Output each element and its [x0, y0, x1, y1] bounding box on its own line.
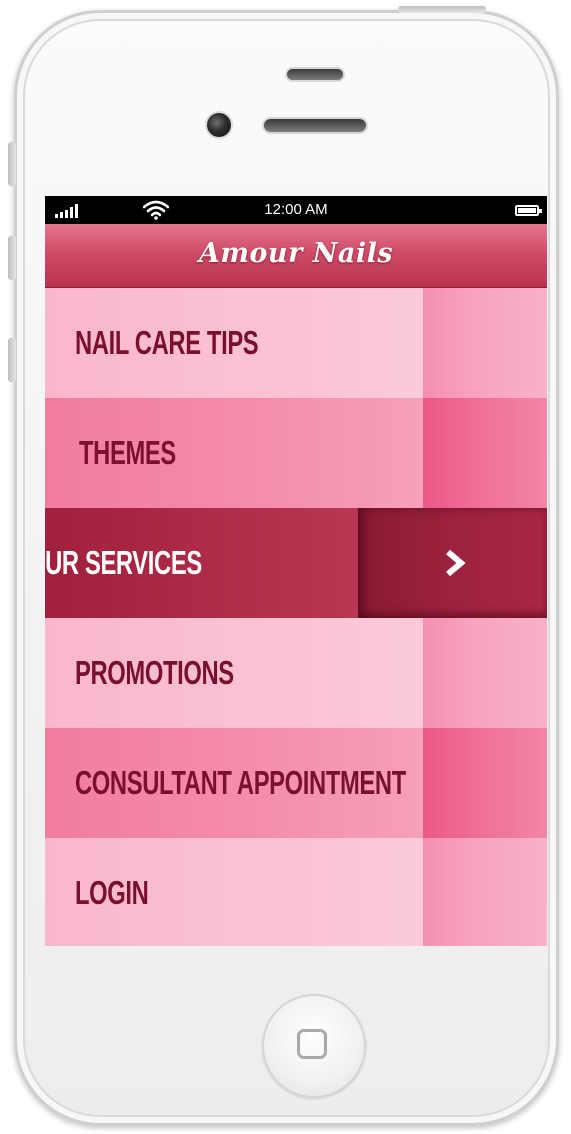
mute-switch	[8, 142, 16, 186]
home-square-icon	[297, 1029, 327, 1059]
battery-icon	[515, 205, 542, 216]
earpiece-speaker	[264, 119, 366, 132]
menu-item-themes[interactable]: THEMES	[45, 398, 547, 508]
menu-item-label: NAIL CARE TIPS	[75, 324, 259, 361]
app-header: Amour Nails	[45, 224, 547, 288]
app-title: Amour Nails	[198, 238, 394, 269]
menu-item-label: CONSULTANT APPOINTMENT	[75, 764, 406, 801]
phone-screen: 12:00 AM Amour Nails NAIL CARE TIPS THEM…	[45, 196, 547, 946]
menu-item-label: PROMOTIONS	[75, 654, 234, 691]
menu-item-our-services[interactable]: OUR SERVICES	[45, 508, 547, 618]
front-camera	[207, 113, 231, 137]
volume-up-button	[8, 236, 16, 280]
menu-item-promotions[interactable]: PROMOTIONS	[45, 618, 547, 728]
status-bar: 12:00 AM	[45, 196, 547, 224]
menu-item-consultant-appointment[interactable]: CONSULTANT APPOINTMENT	[45, 728, 547, 838]
home-button[interactable]	[262, 994, 366, 1098]
power-button	[398, 6, 486, 13]
menu-item-nail-care-tips[interactable]: NAIL CARE TIPS	[45, 288, 547, 398]
menu-item-login[interactable]: LOGIN	[45, 838, 547, 946]
menu-item-label: LOGIN	[75, 874, 149, 911]
proximity-sensor	[287, 69, 343, 80]
main-menu: NAIL CARE TIPS THEMES OUR SERVICES PROMO…	[45, 288, 547, 946]
menu-item-label: OUR SERVICES	[45, 544, 202, 581]
volume-down-button	[8, 338, 16, 382]
menu-item-label: THEMES	[79, 434, 176, 471]
chevron-right-icon[interactable]	[440, 548, 470, 578]
status-time: 12:00 AM	[264, 201, 328, 218]
